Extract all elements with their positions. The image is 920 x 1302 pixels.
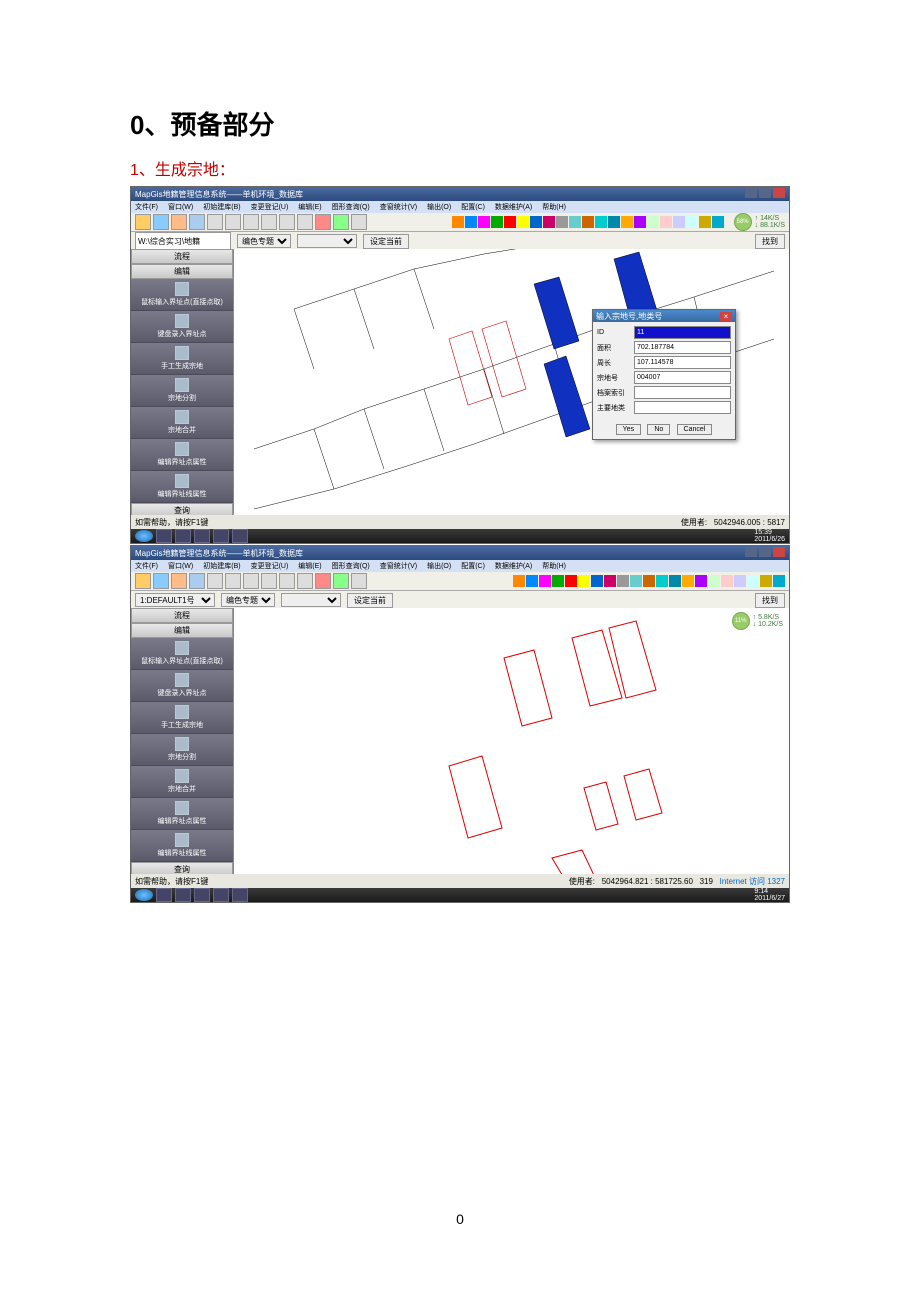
map-canvas-1[interactable]: 输入宗地号,地类号× ID 面积 周长 宗地号 档案索引 主要地类 Yes No <box>234 249 789 515</box>
find-button: 找到 <box>755 234 785 249</box>
path-input <box>135 232 231 250</box>
sidebar: 流程 编辑 鼠标输入界址点(直接点取) 键盘录入界址点 手工生成宗地 宗地分割 … <box>131 608 234 874</box>
window-title: MapGis地籍管理信息系统——单机环境_数据库 <box>135 548 303 559</box>
set-current-button: 设定当前 <box>347 593 393 608</box>
start-button-icon[interactable] <box>135 889 153 901</box>
field-area[interactable] <box>634 341 731 354</box>
flow-merge[interactable]: 宗地合并 <box>131 407 233 439</box>
page-number: 0 <box>0 1211 920 1227</box>
sidebar-section-flow[interactable]: 流程 <box>131 249 233 264</box>
no-button[interactable]: No <box>647 424 670 435</box>
flow-mouse-input[interactable]: 鼠标输入界址点(直接点取) <box>131 638 233 670</box>
heading-0: 0、预备部分 <box>130 105 790 142</box>
status-bar: 如需帮助，请按F1键 使用者: 5042946.005 : 5817 <box>131 515 789 529</box>
flow-manual-parcel[interactable]: 手工生成宗地 <box>131 702 233 734</box>
flow-edit-point-attr[interactable]: 编辑界址点属性 <box>131 798 233 830</box>
theme-select: 编色专题 <box>237 234 291 248</box>
field-parcel-no[interactable] <box>634 371 731 384</box>
window-controls[interactable] <box>743 188 785 200</box>
flow-split[interactable]: 宗地分割 <box>131 734 233 766</box>
sidebar: 流程 编辑 鼠标输入界址点(直接点取) 键盘录入界址点 手工生成宗地 宗地分割 … <box>131 249 234 515</box>
flow-keyboard-input[interactable]: 键盘录入界址点 <box>131 311 233 343</box>
flow-split[interactable]: 宗地分割 <box>131 375 233 407</box>
standard-toolbar[interactable]: 58%↑ 14K/S↓ 88.1K/S <box>131 213 789 232</box>
field-id[interactable] <box>634 326 731 339</box>
flow-keyboard-input[interactable]: 键盘录入界址点 <box>131 670 233 702</box>
flow-edit-point-attr[interactable]: 编辑界址点属性 <box>131 439 233 471</box>
status-bar: 如需帮助，请按F1键 使用者: 5042964.821 : 581725.60 … <box>131 874 789 888</box>
field-landclass[interactable] <box>634 401 731 414</box>
cancel-button[interactable]: Cancel <box>677 424 713 435</box>
screenshot-2: MapGis地籍管理信息系统——单机环境_数据库 文件(F)窗口(W)初始建库(… <box>130 545 790 903</box>
yes-button[interactable]: Yes <box>616 424 641 435</box>
field-archive[interactable] <box>634 386 731 399</box>
window-controls[interactable] <box>743 547 785 559</box>
field-perimeter[interactable] <box>634 356 731 369</box>
flow-mouse-input[interactable]: 鼠标输入界址点(直接点取) <box>131 279 233 311</box>
map-canvas-2[interactable]: 11%↑ 5.8K/S↓ 10.2K/S <box>234 608 789 874</box>
heading-1: 1、生成宗地： <box>130 156 790 180</box>
flow-manual-parcel[interactable]: 手工生成宗地 <box>131 343 233 375</box>
window-title: MapGis地籍管理信息系统——单机环境_数据库 <box>135 189 303 200</box>
flow-edit-line-attr[interactable]: 编辑界址线属性 <box>131 471 233 503</box>
flow-edit-line-attr[interactable]: 编辑界址线属性 <box>131 830 233 862</box>
flow-merge[interactable]: 宗地合并 <box>131 766 233 798</box>
theme-select: 编色专题 <box>221 593 275 607</box>
parcel-dialog: 输入宗地号,地类号× ID 面积 周长 宗地号 档案索引 主要地类 Yes No <box>592 309 736 440</box>
screenshot-1: MapGis地籍管理信息系统——单机环境_数据库 文件(F)窗口(W)初始建库(… <box>130 186 790 544</box>
find-button: 找到 <box>755 593 785 608</box>
window-titlebar: MapGis地籍管理信息系统——单机环境_数据库 <box>131 546 789 560</box>
close-icon[interactable]: × <box>720 312 732 321</box>
taskbar[interactable]: 9:142011/6/27 <box>131 888 789 902</box>
layer-select: 1:DEFAULT1号 <box>135 593 215 607</box>
menu-bar[interactable]: 文件(F)窗口(W)初始建库(B)变更登记(U)编辑(E)图形查询(Q)查窗统计… <box>131 560 789 572</box>
standard-toolbar[interactable] <box>131 572 789 591</box>
taskbar[interactable]: 15:392011/6/26 <box>131 529 789 543</box>
window-titlebar: MapGis地籍管理信息系统——单机环境_数据库 <box>131 187 789 201</box>
sidebar-section-edit[interactable]: 编辑 <box>131 264 233 279</box>
menu-bar[interactable]: 文件(F)窗口(W)初始建库(B)变更登记(U)编辑(E)图形查询(Q)查窗统计… <box>131 201 789 213</box>
set-current-button: 设定当前 <box>363 234 409 249</box>
start-button-icon[interactable] <box>135 530 153 542</box>
